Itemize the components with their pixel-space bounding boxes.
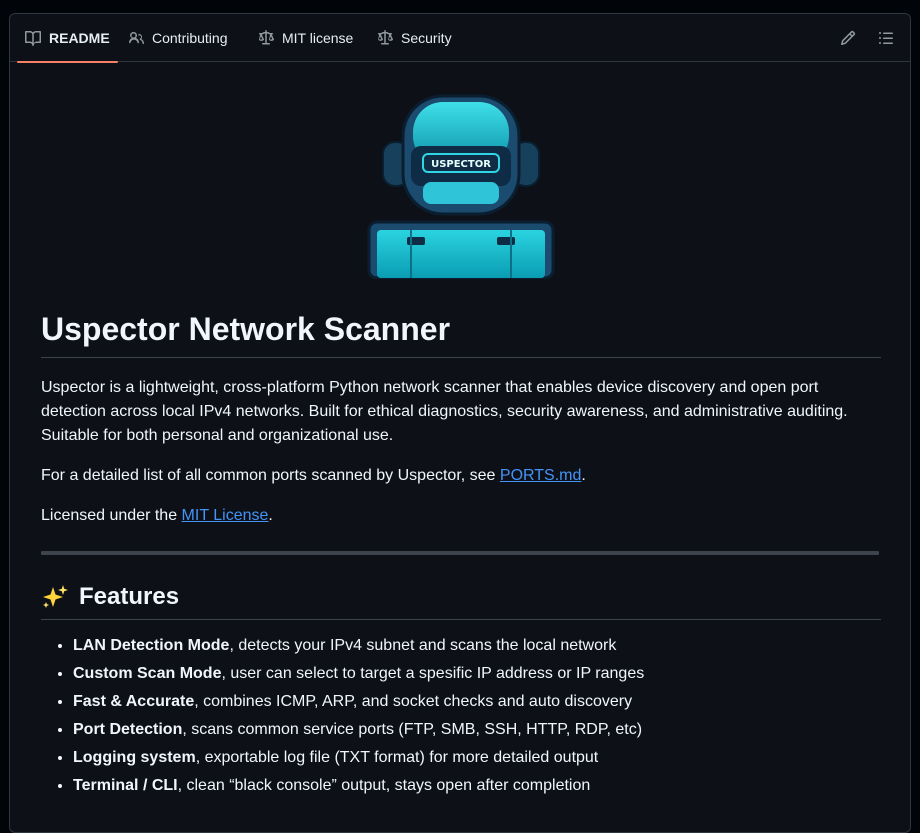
feature-title: Port Detection (73, 721, 183, 738)
uspector-logo: USPECTOR (367, 94, 555, 279)
license-paragraph: Licensed under the MIT License. (41, 504, 861, 528)
feature-title: Custom Scan Mode (73, 665, 222, 682)
tab-readme-label: README (49, 30, 110, 46)
list-item: Terminal / CLI, clean “black console” ou… (73, 774, 893, 802)
tab-contributing-label: Contributing (152, 30, 228, 46)
section-divider (41, 551, 879, 555)
feature-title: LAN Detection Mode (73, 637, 230, 654)
ports-suffix: . (581, 467, 586, 484)
book-icon (25, 30, 41, 46)
list-item: Logging system, exportable log file (TXT… (73, 746, 893, 774)
feature-desc: , exportable log file (TXT format) for m… (195, 749, 599, 766)
people-icon (129, 32, 144, 44)
sparkles-icon (43, 585, 68, 608)
scale-icon (258, 30, 274, 45)
tab-mit-license[interactable]: MIT license (258, 14, 353, 62)
ports-md-link[interactable]: PORTS.md (500, 467, 582, 484)
tab-security-label: Security (401, 30, 452, 46)
features-list: LAN Detection Mode, detects your IPv4 su… (41, 634, 893, 802)
feature-desc: , scans common service ports (FTP, SMB, … (182, 721, 643, 738)
list-item: Custom Scan Mode, user can select to tar… (73, 662, 893, 690)
edit-readme-button[interactable] (840, 30, 856, 46)
tab-security[interactable]: Security (377, 14, 452, 62)
features-heading-text: Features (79, 583, 180, 610)
features-heading: Features (41, 581, 881, 620)
readme-panel: README Contributing MIT license Security (9, 13, 911, 833)
mit-license-link[interactable]: MIT License (182, 507, 269, 524)
feature-desc: , combines ICMP, ARP, and socket checks … (194, 693, 633, 710)
pencil-icon (840, 30, 856, 46)
feature-title: Fast & Accurate (73, 693, 195, 710)
page-title: Uspector Network Scanner (41, 309, 881, 358)
list-item: Port Detection, scans common service por… (73, 718, 893, 746)
ports-paragraph: For a detailed list of all common ports … (41, 464, 861, 488)
ports-text: For a detailed list of all common ports … (41, 467, 500, 484)
feature-title: Logging system (73, 749, 196, 766)
scale-icon (378, 30, 393, 45)
logo-text: USPECTOR (431, 159, 491, 170)
tab-contributing[interactable]: Contributing (128, 14, 228, 62)
feature-title: Terminal / CLI (73, 777, 178, 794)
list-item: LAN Detection Mode, detects your IPv4 su… (73, 634, 893, 662)
list-item: Fast & Accurate, combines ICMP, ARP, and… (73, 690, 893, 718)
license-suffix: . (268, 507, 273, 524)
list-icon (879, 32, 893, 44)
readme-tab-bar: README Contributing MIT license Security (10, 14, 910, 63)
feature-desc: , clean “black console” output, stays op… (177, 777, 591, 794)
outline-button[interactable] (878, 30, 894, 46)
feature-desc: , user can select to target a spesific I… (221, 665, 645, 682)
license-text: Licensed under the (41, 507, 182, 524)
feature-desc: , detects your IPv4 subnet and scans the… (229, 637, 617, 654)
tab-mit-license-label: MIT license (282, 30, 354, 46)
intro-paragraph: Uspector is a lightweight, cross-platfor… (41, 379, 848, 444)
tab-readme[interactable]: README (17, 14, 118, 63)
